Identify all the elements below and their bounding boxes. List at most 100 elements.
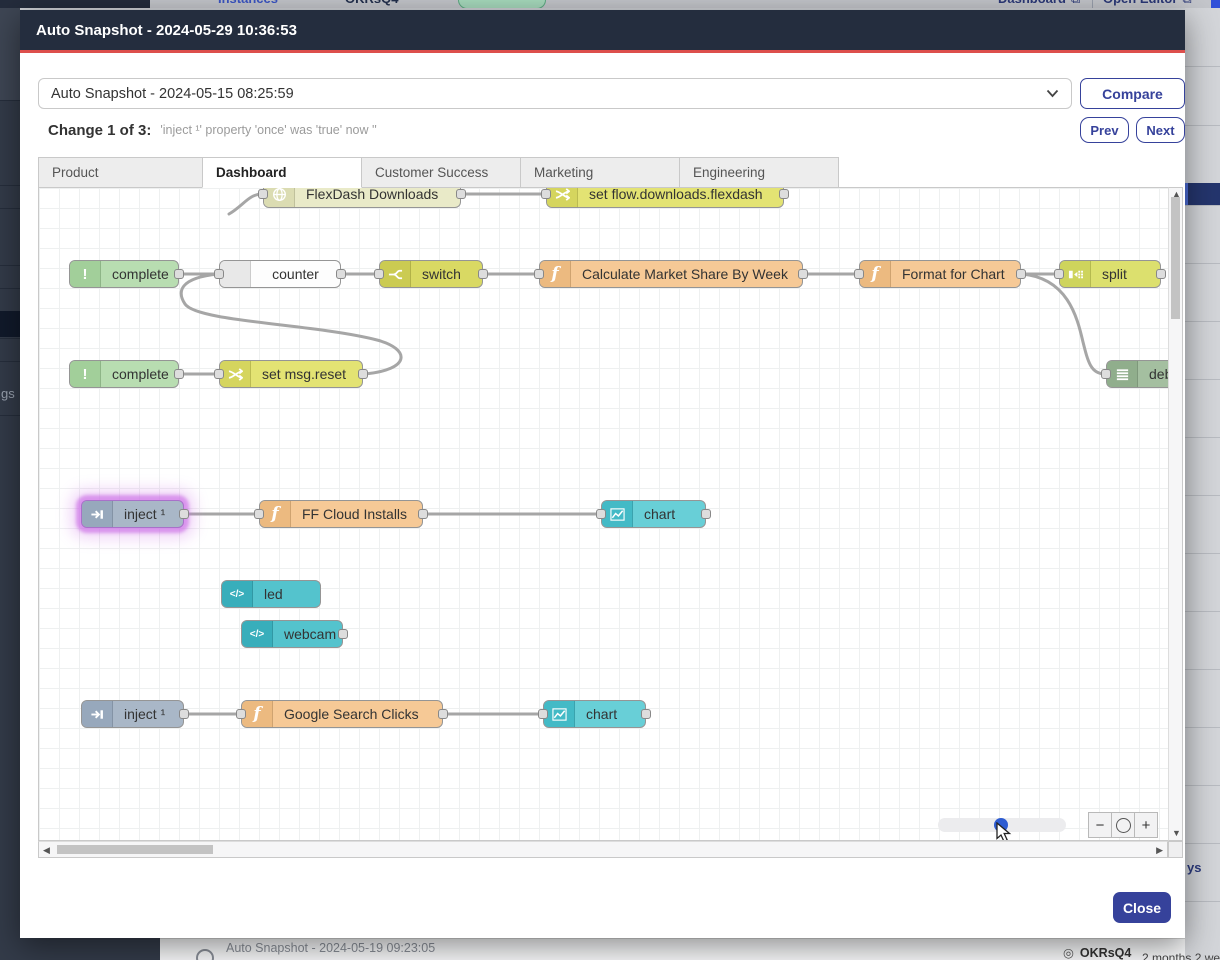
output-port[interactable] bbox=[641, 709, 651, 719]
sidebar-label-fragment: gs bbox=[1, 386, 15, 401]
node-chart-1[interactable]: chart bbox=[601, 500, 706, 528]
inject-icon bbox=[82, 701, 113, 727]
debug-icon bbox=[1107, 361, 1138, 387]
scroll-right-arrow[interactable]: ▶ bbox=[1156, 846, 1163, 855]
next-button[interactable]: Next bbox=[1136, 117, 1185, 143]
output-port[interactable] bbox=[179, 709, 189, 719]
switch-icon bbox=[380, 261, 411, 287]
horizontal-scroll-thumb[interactable] bbox=[57, 845, 213, 854]
right-text-fragment: ys bbox=[1187, 860, 1201, 875]
blank-icon bbox=[220, 261, 251, 287]
inject-icon bbox=[82, 501, 113, 527]
sidebar-section bbox=[0, 8, 20, 100]
left-sidebar: gs bbox=[0, 8, 20, 960]
node-led[interactable]: </> led bbox=[221, 580, 321, 608]
output-port[interactable] bbox=[438, 709, 448, 719]
flow-tabs: Product Dashboard Customer Success Marke… bbox=[38, 157, 838, 188]
snapshot-row-age: 2 months 2 weeks 4 d bbox=[1142, 951, 1220, 960]
input-port[interactable] bbox=[258, 189, 268, 199]
snapshot-select[interactable]: Auto Snapshot - 2024-05-15 08:25:59 bbox=[38, 78, 1072, 109]
mouse-cursor bbox=[996, 822, 1014, 841]
output-port[interactable] bbox=[1156, 269, 1166, 279]
scroll-left-arrow[interactable]: ◀ bbox=[43, 846, 50, 855]
output-port[interactable] bbox=[336, 269, 346, 279]
output-port[interactable] bbox=[338, 629, 348, 639]
tab-dashboard[interactable]: Dashboard bbox=[202, 157, 362, 188]
input-port[interactable] bbox=[534, 269, 544, 279]
node-flexdash-downloads[interactable]: FlexDash Downloads bbox=[263, 187, 461, 208]
change-summary: Change 1 of 3: 'inject ¹' property 'once… bbox=[48, 118, 377, 142]
canvas-horizontal-scrollbar[interactable]: ◀ ▶ bbox=[38, 841, 1168, 858]
function-icon: f bbox=[860, 261, 891, 287]
node-format-for-chart[interactable]: f Format for Chart bbox=[859, 260, 1021, 288]
input-port[interactable] bbox=[254, 509, 264, 519]
output-port[interactable] bbox=[478, 269, 488, 279]
input-port[interactable] bbox=[214, 369, 224, 379]
input-port[interactable] bbox=[1101, 369, 1111, 379]
globe-icon bbox=[264, 187, 295, 207]
tab-marketing[interactable]: Marketing bbox=[520, 157, 680, 188]
nav-instances-link[interactable]: Instances bbox=[218, 0, 278, 6]
chevron-down-icon bbox=[1046, 86, 1059, 102]
zoom-in-button[interactable]: + bbox=[1134, 812, 1158, 838]
output-port[interactable] bbox=[456, 189, 466, 199]
zoom-button-group: − + bbox=[1089, 812, 1158, 838]
node-complete-2[interactable]: ! complete bbox=[69, 360, 179, 388]
node-ff-cloud-installs[interactable]: f FF Cloud Installs bbox=[259, 500, 423, 528]
output-port[interactable] bbox=[1016, 269, 1026, 279]
node-chart-2[interactable]: chart bbox=[543, 700, 646, 728]
node-set-msg-reset[interactable]: set msg.reset bbox=[219, 360, 363, 388]
snapshot-select-value: Auto Snapshot - 2024-05-15 08:25:59 bbox=[51, 86, 294, 102]
node-inject-2[interactable]: inject ¹ bbox=[81, 700, 184, 728]
node-google-search-clicks[interactable]: f Google Search Clicks bbox=[241, 700, 443, 728]
canvas-vertical-scrollbar[interactable]: ▲ ▼ bbox=[1168, 187, 1183, 841]
tab-customer-success[interactable]: Customer Success bbox=[361, 157, 521, 188]
close-button[interactable]: Close bbox=[1113, 892, 1171, 923]
output-port[interactable] bbox=[174, 269, 184, 279]
function-icon: f bbox=[260, 501, 291, 527]
tab-engineering[interactable]: Engineering bbox=[679, 157, 839, 188]
output-port[interactable] bbox=[701, 509, 711, 519]
snapshot-row-name: Auto Snapshot - 2024-05-19 09:23:05 bbox=[226, 941, 435, 955]
node-counter[interactable]: counter bbox=[219, 260, 341, 288]
node-complete-1[interactable]: ! complete bbox=[69, 260, 179, 288]
exclamation-icon: ! bbox=[70, 261, 101, 287]
scroll-down-arrow[interactable]: ▼ bbox=[1172, 829, 1181, 838]
input-port[interactable] bbox=[374, 269, 384, 279]
node-calculate-market-share[interactable]: f Calculate Market Share By Week bbox=[539, 260, 803, 288]
input-port[interactable] bbox=[854, 269, 864, 279]
instance-name: OKRsQ4 bbox=[345, 0, 398, 6]
vertical-scroll-thumb[interactable] bbox=[1171, 197, 1180, 319]
zoom-out-button[interactable]: − bbox=[1088, 812, 1112, 838]
input-port[interactable] bbox=[596, 509, 606, 519]
input-port[interactable] bbox=[541, 189, 551, 199]
input-port[interactable] bbox=[214, 269, 224, 279]
output-port[interactable] bbox=[779, 189, 789, 199]
input-port[interactable] bbox=[236, 709, 246, 719]
tab-product[interactable]: Product bbox=[38, 157, 203, 188]
dashboard-link[interactable]: Dashboard bbox=[998, 0, 1080, 7]
node-switch[interactable]: switch bbox=[379, 260, 483, 288]
flow-canvas[interactable]: FlexDash Downloads set flow.downloads.fl… bbox=[38, 187, 1168, 841]
change-icon bbox=[547, 187, 578, 207]
prev-button[interactable]: Prev bbox=[1080, 117, 1129, 143]
chart-icon bbox=[602, 501, 633, 527]
code-icon: </> bbox=[222, 581, 253, 607]
input-port[interactable] bbox=[538, 709, 548, 719]
input-port[interactable] bbox=[1054, 269, 1064, 279]
scrollbar-corner bbox=[1168, 841, 1183, 858]
output-port[interactable] bbox=[179, 509, 189, 519]
node-split[interactable]: split bbox=[1059, 260, 1161, 288]
compare-button[interactable]: Compare bbox=[1080, 78, 1185, 109]
node-debug[interactable]: debug bbox=[1106, 360, 1168, 388]
output-port[interactable] bbox=[798, 269, 808, 279]
node-webcam[interactable]: </> webcam bbox=[241, 620, 343, 648]
open-editor-link[interactable]: Open Editor bbox=[1103, 0, 1192, 7]
output-port[interactable] bbox=[174, 369, 184, 379]
output-port[interactable] bbox=[358, 369, 368, 379]
node-inject-changed[interactable]: inject ¹ bbox=[81, 500, 184, 528]
code-icon: </> bbox=[242, 621, 273, 647]
node-set-flow-downloads[interactable]: set flow.downloads.flexdash bbox=[546, 187, 784, 208]
zoom-reset-button[interactable] bbox=[1111, 812, 1135, 838]
output-port[interactable] bbox=[418, 509, 428, 519]
